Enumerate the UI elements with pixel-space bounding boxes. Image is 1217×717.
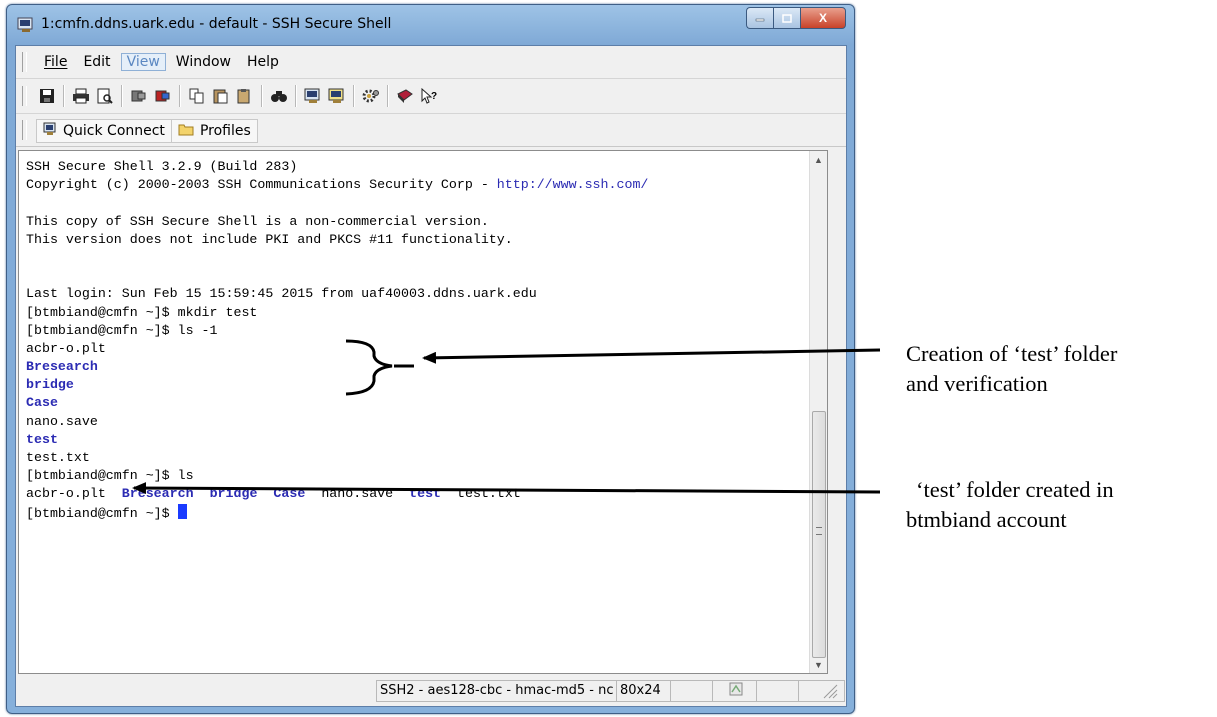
annotation-brace	[345, 339, 393, 396]
annotation-creation: Creation of ‘test’ folder and verificati…	[906, 339, 1117, 399]
annotation-arrow-top	[422, 348, 881, 364]
annotation-creation-line1: Creation of ‘test’ folder	[906, 341, 1118, 366]
annotation-creation-line2: and verification	[906, 371, 1048, 396]
annotation-created-line1: ‘test’ folder created in	[916, 477, 1114, 502]
annotation-arrow-bottom	[132, 482, 881, 495]
annotation-created: ‘test’ folder created in btmbiand accoun…	[906, 475, 1114, 535]
annotation-created-line2: btmbiand account	[906, 507, 1067, 532]
